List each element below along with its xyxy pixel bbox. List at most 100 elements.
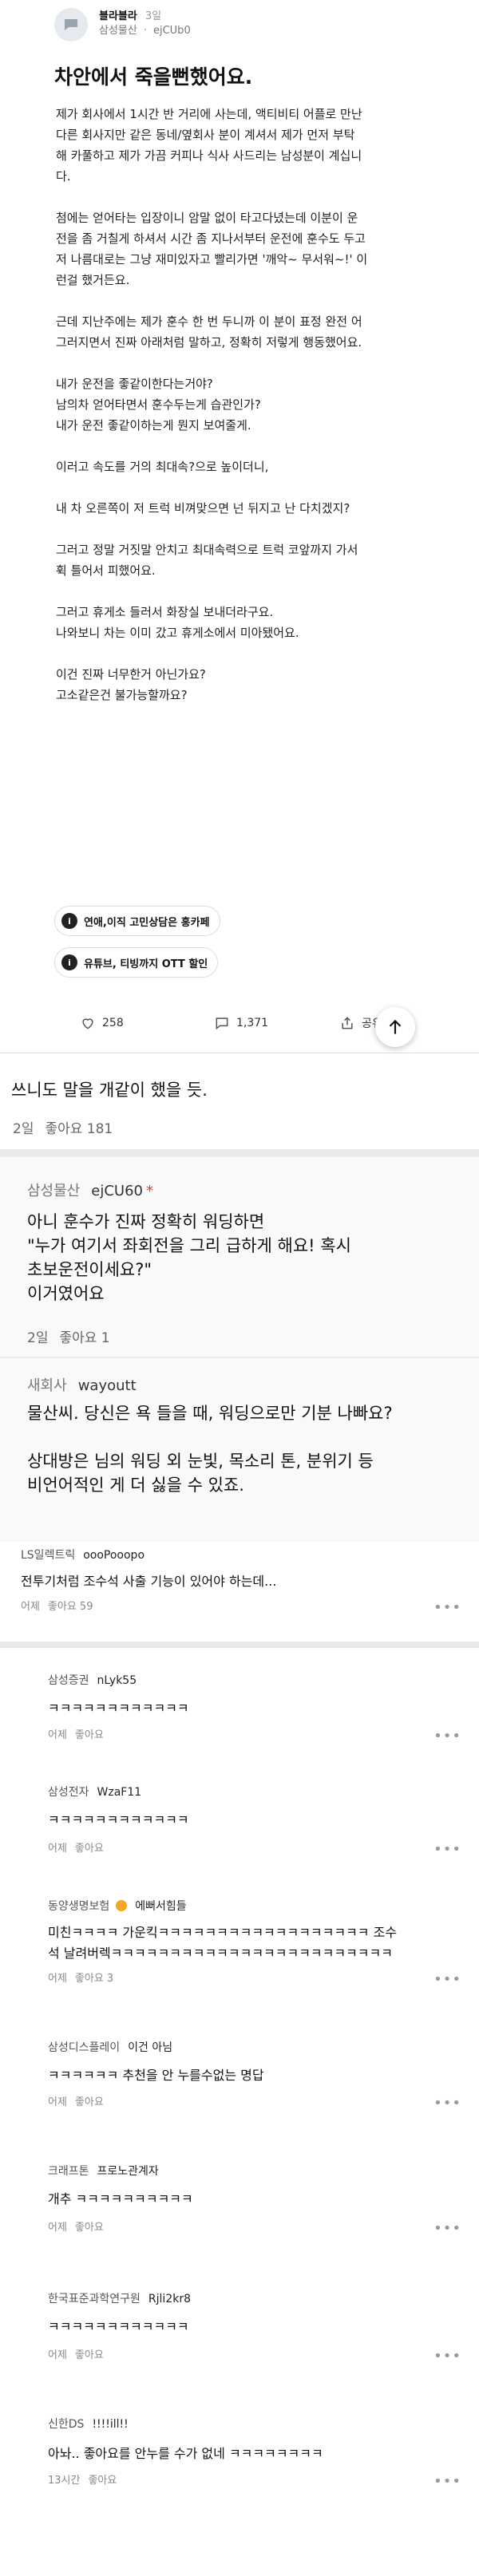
more-icon[interactable]: ••• — [433, 2473, 461, 2490]
comment-company: 크래프톤 — [48, 2165, 89, 2178]
reply-like-button[interactable]: 좋아요 1 — [59, 1330, 109, 1346]
comment-header: 동양생명보험 에뻐서힘들 — [48, 1898, 187, 1914]
comment-text: 쓰니도 말을 개같이 했을 듯. — [11, 1081, 208, 1100]
comment-meta: 어제 좋아요 3 — [48, 1970, 113, 1985]
comment-company: 한국표준과학연구원 — [48, 2293, 141, 2305]
heart-icon — [82, 1018, 93, 1029]
tag-list: i 연애,이직 고민상담은 홍카페 i 유튜브, 티빙까지 OTT 할인 — [54, 906, 453, 989]
badge-icon — [116, 1900, 128, 1911]
comment-company: 동양생명보험 — [48, 1900, 110, 1913]
comment-nickname[interactable]: 프로노관계자 — [97, 2165, 159, 2178]
comment-count: 1,371 — [236, 1017, 269, 1029]
info-icon: i — [61, 954, 77, 970]
post-meta: 블라블라 3일 삼성물산 · ejCUb0 — [99, 10, 191, 38]
comment-time: 어제 — [48, 1729, 67, 1741]
more-icon[interactable]: ••• — [433, 2095, 461, 2112]
nested-comment: 삼성디스플레이 이건 아님 ㅋㅋㅋㅋㅋㅋ 추천을 안 누를수없는 명답 어제 좋아요… — [0, 2015, 479, 2131]
comment-company: 삼성디스플레이 — [48, 2041, 121, 2054]
comment-like-button[interactable]: 좋아요 — [75, 2222, 104, 2234]
comment-nickname[interactable]: !!!!ill!! — [92, 2418, 128, 2431]
comment-button[interactable]: 1,371 — [214, 1015, 268, 1031]
tag-label: 유튜브, 티빙까지 OTT 할인 — [84, 958, 208, 970]
more-icon[interactable]: ••• — [433, 1728, 461, 1744]
comment-meta: 어제 좋아요 59 — [21, 1598, 93, 1613]
comment-text: ㅋㅋㅋㅋㅋㅋㅋㅋㅋㅋㅋㅋ — [48, 2319, 189, 2334]
comment-text-line2: 석 날려버렉ㅋㅋㅋㅋㅋㅋㅋㅋㅋㅋㅋㅋㅋㅋㅋㅋㅋㅋㅋㅋㅋㅋㅋㅋ — [48, 1946, 393, 1961]
comment-nickname[interactable]: 에뻐서힘들 — [135, 1900, 186, 1913]
comment-like-button[interactable]: 좋아요 181 — [45, 1121, 113, 1137]
post-time: 3일 — [144, 10, 162, 22]
comment-header: 한국표준과학연구원 Rjli2kr8 — [48, 2290, 191, 2306]
comment-like-button[interactable]: 좋아요 — [75, 1843, 104, 1855]
comment-time: 어제 — [48, 1973, 67, 1985]
nested-comment: 한국표준과학연구원 Rjli2kr8 ㅋㅋㅋㅋㅋㅋㅋㅋㅋㅋㅋㅋ 어제 좋아요 ••• — [0, 2258, 479, 2382]
comment-time: 어제 — [48, 2222, 67, 2234]
reply-time: 2일 — [27, 1330, 49, 1346]
comment-header: 신한DS !!!!ill!! — [48, 2416, 129, 2432]
more-icon[interactable]: ••• — [433, 2220, 461, 2237]
comment-text: ㅋㅋㅋㅋㅋㅋㅋㅋㅋㅋㅋㅋ — [48, 1701, 189, 1716]
like-count: 258 — [102, 1017, 124, 1029]
comment-like-button[interactable]: 좋아요 — [75, 1729, 104, 1741]
comment-meta: 13시간 좋아요 — [48, 2471, 117, 2487]
more-icon[interactable]: ••• — [433, 1599, 461, 1616]
more-icon[interactable]: ••• — [433, 1841, 461, 1858]
post-company: 삼성물산 — [99, 25, 137, 37]
comment-meta: 어제 좋아요 — [48, 1726, 104, 1741]
comment-nickname[interactable]: nLyk55 — [97, 1674, 137, 1687]
comment-like-button[interactable]: 좋아요 59 — [48, 1601, 93, 1613]
reply-item: 새회사 wayoutt 물산씨. 당신은 욕 들을 때, 워딩으로만 기분 나빠요… — [0, 1358, 479, 1542]
like-button[interactable]: 258 — [80, 1015, 124, 1031]
community-avatar[interactable] — [54, 8, 88, 41]
comment-like-button[interactable]: 좋아요 — [75, 2349, 104, 2361]
comment-company: 신한DS — [48, 2418, 85, 2431]
comment-nickname[interactable]: 이건 아님 — [128, 2041, 172, 2054]
comment-text: ㅋㅋㅋㅋㅋㅋ 추천을 안 누를수없는 명답 — [48, 2068, 264, 2083]
reply-nickname[interactable]: wayoutt — [78, 1377, 137, 1394]
nested-comment: 삼성증권 nLyk55 ㅋㅋㅋㅋㅋㅋㅋㅋㅋㅋㅋㅋ 어제 좋아요 ••• — [0, 1648, 479, 1752]
board-name[interactable]: 블라블라 — [99, 10, 137, 22]
more-icon[interactable]: ••• — [433, 1971, 461, 1988]
scroll-top-button[interactable] — [375, 1007, 415, 1047]
meta-separator: · — [143, 25, 147, 37]
comment-meta: 어제 좋아요 — [48, 2346, 104, 2361]
comment-nickname[interactable]: oooPooopo — [83, 1549, 144, 1562]
reply-nickname[interactable]: ejCU60 — [91, 1183, 143, 1199]
comment-company: 삼성전자 — [48, 1786, 89, 1799]
arrow-up-icon — [389, 1019, 402, 1034]
tag-chip[interactable]: i 연애,이직 고민상담은 홍카페 — [54, 906, 220, 936]
post-body: 제가 회사에서 1시간 반 거리에 사는데, 액티비티 어플로 만난 다른 회사… — [56, 107, 368, 702]
reply-text: 물산씨. 당신은 욕 들을 때, 워딩으로만 기분 나빠요? 상대방은 님의 워… — [27, 1404, 393, 1495]
share-icon — [342, 1017, 353, 1029]
section-divider — [0, 1149, 479, 1157]
info-icon: i — [61, 913, 77, 929]
comment-text: 전투기처럼 조수석 사출 기능이 있어야 하는데... — [21, 1574, 277, 1589]
comment-text: 개추 ㅋㅋㅋㅋㅋㅋㅋㅋㅋㅋ — [48, 2191, 193, 2207]
comment-time: 2일 — [13, 1121, 34, 1137]
comment-meta: 어제 좋아요 — [48, 2218, 104, 2234]
comment-time: 어제 — [48, 1843, 67, 1855]
reply-text: 아니 훈수가 진짜 정확히 워딩하면 "누가 여기서 좌회전을 그리 급하게 해… — [27, 1212, 351, 1303]
tag-label: 연애,이직 고민상담은 홍카페 — [84, 916, 210, 929]
comment-nickname[interactable]: WzaF11 — [97, 1786, 142, 1799]
reply-header: 삼성물산 ejCU60 * — [27, 1179, 153, 1200]
comment-nickname[interactable]: Rjli2kr8 — [148, 2293, 191, 2305]
more-icon[interactable]: ••• — [433, 2348, 461, 2365]
comment-time: 어제 — [48, 2349, 67, 2361]
comment-like-button[interactable]: 좋아요 3 — [75, 1973, 113, 1985]
post-nickname: ejCUb0 — [152, 25, 191, 37]
tag-chip[interactable]: i 유튜브, 티빙까지 OTT 할인 — [54, 947, 219, 978]
nested-comment: LS일렉트릭 oooPooopo 전투기처럼 조수석 사출 기능이 있어야 하는데… — [0, 1542, 479, 1642]
reply-item: 삼성물산 ejCU60 * 아니 훈수가 진짜 정확히 워딩하면 "누가 여기서 좌… — [0, 1157, 479, 1357]
comment-like-button[interactable]: 좋아요 — [88, 2475, 117, 2487]
comment-time: 13시간 — [48, 2475, 81, 2487]
author-mark: * — [145, 1183, 153, 1199]
comment-like-button[interactable]: 좋아요 — [75, 2096, 104, 2108]
section-divider — [0, 1642, 479, 1648]
comment-header: 크래프톤 프로노관계자 — [48, 2163, 159, 2179]
comment-time: 어제 — [21, 1601, 40, 1613]
chat-bubble-icon — [65, 19, 77, 30]
comment-header: 삼성디스플레이 이건 아님 — [48, 2039, 172, 2055]
comment-text: 아놔.. 좋아요를 안누를 수가 없네 ㅋㅋㅋㅋㅋㅋㅋㅋ — [48, 2446, 323, 2461]
nested-comment: 삼성전자 WzaF11 ㅋㅋㅋㅋㅋㅋㅋㅋㅋㅋㅋㅋ 어제 좋아요 ••• — [0, 1752, 479, 1875]
